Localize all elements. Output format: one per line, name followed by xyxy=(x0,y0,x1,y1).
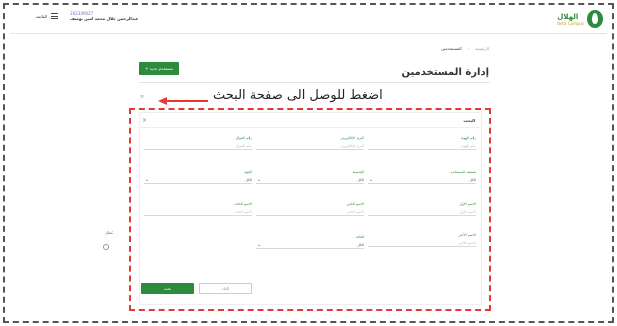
email-field: البريد الإلكتروني البريد الإلكتروني xyxy=(256,136,364,150)
hamburger-icon[interactable] xyxy=(51,13,59,19)
arrow-left-icon xyxy=(158,97,208,105)
third-name-field: الاسم الثالث الاسم الثالث xyxy=(144,202,252,216)
cancel-button[interactable]: إلغاء xyxy=(199,283,252,294)
search-button[interactable]: بحث xyxy=(141,283,194,294)
user-type-field: تصنيف المستخدم الكل ⌄ xyxy=(368,170,476,184)
chevron-down-icon: ⌄ xyxy=(257,177,262,183)
user-type-select[interactable]: الكل ⌄ xyxy=(368,176,476,184)
second-name-input[interactable]: الاسم الثاني xyxy=(256,208,364,216)
status-select[interactable]: الكل ⌄ xyxy=(256,241,364,249)
id-number-input[interactable]: رقم الهوية xyxy=(368,142,476,150)
entity-value: الكل xyxy=(245,178,252,182)
page: الهلال Beta Campus القائمة 2023/09/27 عب… xyxy=(0,0,617,326)
logo-sub-text: Beta Campus xyxy=(557,20,584,26)
user-type-value: الكل xyxy=(469,178,476,182)
divider xyxy=(139,82,490,83)
last-name-field: الاسم الأخير الاسم الأخير xyxy=(368,233,476,247)
second-name-field: الاسم الثاني الاسم الثاني xyxy=(256,202,364,216)
mobile-input[interactable]: رقم الجوال xyxy=(144,142,252,150)
breadcrumb-home[interactable]: الرئيسية xyxy=(475,46,489,51)
entity-field: الجهة الكل ⌄ xyxy=(144,170,252,184)
first-name-input[interactable]: الاسم الأول xyxy=(368,208,476,216)
status-field: الحالة الكل ⌄ xyxy=(256,235,364,249)
crescent-logo-icon xyxy=(587,10,603,28)
header: الهلال Beta Campus القائمة 2023/09/27 عب… xyxy=(10,8,607,34)
search-toggle-icon[interactable]: ≡ xyxy=(140,94,144,100)
add-user-button[interactable]: + مستخدم جديد xyxy=(139,62,179,75)
header-left: القائمة 2023/09/27 عبدالرحمن جلال محمد ا… xyxy=(36,11,138,21)
last-name-input[interactable]: الاسم الأخير xyxy=(368,239,476,247)
chevron-down-icon: ⌄ xyxy=(145,177,150,183)
nationality-field: الجنسية الكل ⌄ xyxy=(256,170,364,184)
breadcrumb-separator: › xyxy=(467,46,470,51)
id-number-field: رقم الهوية رقم الهوية xyxy=(368,136,476,150)
search-form-title: البحث xyxy=(463,118,475,123)
page-title: إدارة المستخدمين xyxy=(401,67,489,78)
close-icon[interactable]: × xyxy=(142,117,147,124)
breadcrumb-current: المستخدمين xyxy=(441,46,462,51)
entity-select[interactable]: الكل ⌄ xyxy=(144,176,252,184)
breadcrumb: الرئيسية › المستخدمين xyxy=(441,46,489,51)
email-input[interactable]: البريد الإلكتروني xyxy=(256,142,364,150)
logo-main-text: الهلال xyxy=(557,12,579,21)
first-name-field: الاسم الأول الاسم الأول xyxy=(368,202,476,216)
third-name-input[interactable]: الاسم الثالث xyxy=(144,208,252,216)
divider xyxy=(140,127,481,128)
mobile-field: رقم الجوال رقم الجوال xyxy=(144,136,252,150)
nationality-value: الكل xyxy=(357,178,364,182)
chevron-down-icon: ⌄ xyxy=(369,177,374,183)
active-checkbox-label: مُفعّل xyxy=(105,231,113,235)
user-info[interactable]: 2023/09/27 عبدالرحمن جلال محمد امين يوسف xyxy=(70,11,138,21)
annotation-text: اضغط للوصل الى صفحة البحث xyxy=(213,88,383,103)
chevron-down-icon: ⌄ xyxy=(257,242,262,248)
logo[interactable]: الهلال Beta Campus xyxy=(557,10,603,28)
nationality-select[interactable]: الكل ⌄ xyxy=(256,176,364,184)
status-value: الكل xyxy=(357,243,364,247)
user-name: عبدالرحمن جلال محمد امين يوسف xyxy=(70,16,139,21)
active-checkbox[interactable] xyxy=(103,244,109,250)
menu-label[interactable]: القائمة xyxy=(36,14,47,19)
